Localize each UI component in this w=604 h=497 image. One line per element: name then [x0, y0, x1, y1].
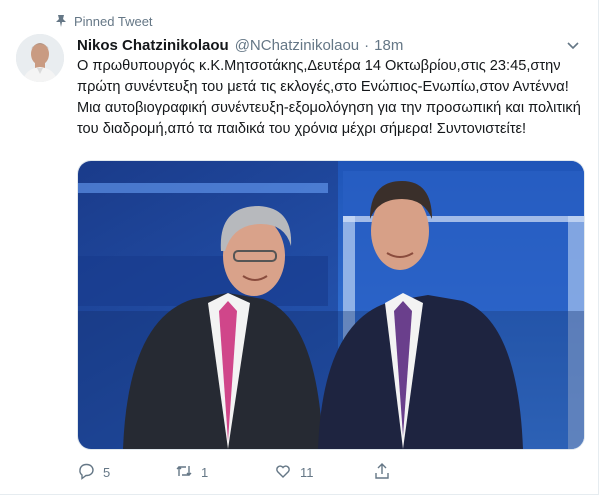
tweet-text: Ο πρωθυπουργός κ.Κ.Μητσοτάκης,Δευτέρα 14…: [77, 58, 581, 137]
retweet-count: 1: [201, 464, 209, 480]
share-button[interactable]: [373, 462, 391, 482]
separator-dot: ·: [364, 36, 370, 54]
pin-icon: [54, 14, 68, 28]
author-handle[interactable]: @NChatzinikolaou: [235, 37, 359, 54]
tweet-actions: 5 1 11: [77, 462, 477, 482]
reply-button[interactable]: 5: [77, 462, 110, 482]
share-icon: [373, 462, 391, 483]
heart-icon: [274, 462, 292, 483]
tweet-header: Nikos Chatzinikolaou @NChatzinikolaou · …: [77, 35, 578, 55]
pinned-indicator: Pinned Tweet: [54, 12, 153, 30]
like-count: 11: [300, 464, 314, 480]
retweet-icon: [175, 462, 193, 483]
author-name[interactable]: Nikos Chatzinikolaou: [77, 37, 229, 54]
retweet-button[interactable]: 1: [175, 462, 208, 482]
reply-count: 5: [103, 464, 111, 480]
tweet-timestamp[interactable]: 18m: [374, 37, 403, 54]
reply-icon: [77, 462, 95, 483]
tweet-card[interactable]: Pinned Tweet Nikos Chatzinikolaou @NChat…: [0, 0, 599, 495]
author-avatar[interactable]: [16, 34, 64, 82]
pinned-label: Pinned Tweet: [74, 13, 153, 29]
tweet-photo[interactable]: [77, 160, 585, 450]
like-button[interactable]: 11: [274, 462, 314, 482]
chevron-down-icon[interactable]: [566, 38, 580, 50]
